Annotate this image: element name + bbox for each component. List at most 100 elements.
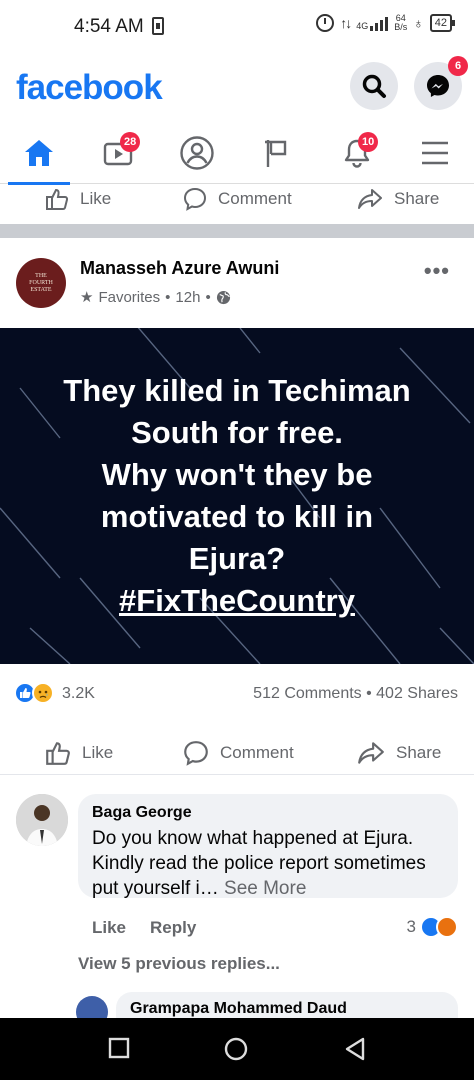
previous-comment-label: Comment [218,189,292,208]
comment-icon [183,187,207,211]
square-icon [108,1037,130,1059]
search-button[interactable] [350,62,398,110]
alarm-icon [316,14,335,32]
tab-menu[interactable] [400,122,470,184]
angry-reaction-icon [436,916,458,938]
caption-line: South for free. [131,415,343,450]
system-navigation-bar [0,1018,474,1080]
comment-actions: Like Reply [92,918,196,938]
previous-like-label: Like [80,189,112,208]
previous-post-actions: Like Comment Share [0,185,474,225]
share-label: Share [396,743,442,762]
meta-dot: • [165,288,171,306]
comment-icon [184,741,208,766]
flag-icon [265,140,287,167]
messenger-button[interactable]: 6 [414,56,468,110]
search-icon [362,74,386,98]
circle-icon [224,1037,248,1061]
battery-icon: 42 [429,14,456,32]
post-image[interactable]: They killed in Techiman South for free. … [0,328,474,664]
meta-dot: • [205,288,211,306]
network-type: 4G [356,21,369,31]
sim-icon [152,17,164,35]
feed-separator [0,224,474,238]
status-bar: 4:54 AM ↑↓ 4G 64 B/s ♁ 42 [0,0,474,56]
page-avatar[interactable]: THE FOURTH ESTATE [16,258,66,308]
recents-button[interactable] [108,1037,130,1064]
facebook-logo[interactable]: facebook [16,68,163,108]
network-speed: 64 B/s [394,14,407,32]
tab-home[interactable] [4,122,74,185]
view-previous-replies[interactable]: View 5 previous replies... [78,954,280,974]
post-time[interactable]: 12h [175,289,200,306]
image-caption: They killed in Techiman South for free. … [0,370,474,622]
wifi-hotspot-icon: ♁ [413,15,424,31]
reply-bubble: Grampapa Mohammed Daud [116,992,458,1018]
sad-reaction-icon [32,682,54,704]
caption-hashtag: #FixTheCountry [119,583,355,618]
globe-icon [216,290,230,304]
app-header: facebook 6 [0,56,474,120]
post-author[interactable]: Manasseh Azure Awuni [80,258,279,279]
reply-avatar[interactable] [76,996,108,1018]
reactions-count[interactable]: 3.2K [62,685,95,703]
comment-button[interactable]: Comment [182,731,294,775]
comment-like-button[interactable]: Like [92,918,126,938]
comments-shares-count[interactable]: 512 Comments • 402 Shares [253,685,458,703]
comment-author[interactable]: Baga George [92,804,444,822]
triangle-back-icon [345,1037,365,1061]
data-transfer-icon: ↑↓ [340,15,352,31]
comment-reply-button[interactable]: Reply [150,918,196,938]
post-options-button[interactable]: ••• [424,258,450,284]
share-button[interactable]: Share [356,731,441,775]
previous-comment-button[interactable]: Comment [182,185,292,221]
post-audience: Favorites [98,288,161,306]
share-icon [358,742,384,764]
caption-line: Ejura? [188,541,286,576]
reply-author[interactable]: Grampapa Mohammed Daud [130,1000,444,1018]
like-button[interactable]: Like [44,731,113,775]
comment-text: Do you know what happened at Ejura. Kind… [92,826,444,901]
speed-unit: B/s [394,22,408,32]
post-header: THE FOURTH ESTATE Manasseh Azure Awuni ★… [0,240,474,328]
video-badge: 28 [120,132,141,152]
tab-pages[interactable] [242,122,312,184]
caption-line: motivated to kill in [100,499,374,534]
post-stats: 3.2K 512 Comments • 402 Shares [0,674,474,714]
status-icons: ↑↓ 4G 64 B/s ♁ 42 [316,14,456,32]
thumbs-up-icon [46,742,70,765]
post-meta: ★ Favorites • 12h • [80,288,231,306]
star-icon: ★ [80,289,94,306]
previous-like-button[interactable]: Like [44,185,111,221]
messenger-icon [427,75,449,97]
previous-share-label: Share [394,189,440,208]
like-label: Like [82,743,114,762]
battery-level: 42 [434,17,447,29]
share-icon [358,189,382,209]
back-button[interactable] [344,1037,366,1066]
profile-icon [180,136,214,170]
comment-label: Comment [220,743,294,762]
comment-avatar[interactable] [16,794,68,846]
comment-bubble: Baga George Do you know what happened at… [78,794,458,901]
avatar-text: THE FOURTH ESTATE [29,272,53,293]
caption-line: Why won't they be [101,457,373,492]
messenger-badge: 6 [448,56,468,76]
thumbs-up-icon [46,188,69,210]
hamburger-menu-icon [422,141,448,165]
signal-icon: 4G [356,15,389,31]
notifications-badge: 10 [358,132,379,152]
comment-reaction-count: 3 [406,917,416,936]
home-icon [25,140,53,166]
tab-profile[interactable] [162,122,232,184]
home-button[interactable] [224,1037,248,1066]
tab-watch[interactable]: 28 [84,122,154,184]
previous-share-button[interactable]: Share [356,185,439,221]
caption-line: They killed in Techiman [63,373,411,408]
post-actions: Like Comment Share [0,731,474,775]
see-more-link[interactable]: See More [224,878,306,899]
reply: Grampapa Mohammed Daud [0,986,474,1018]
tab-notifications[interactable]: 10 [322,122,392,184]
comment-reactions[interactable]: 3 [407,916,458,938]
status-time: 4:54 AM [74,16,144,37]
